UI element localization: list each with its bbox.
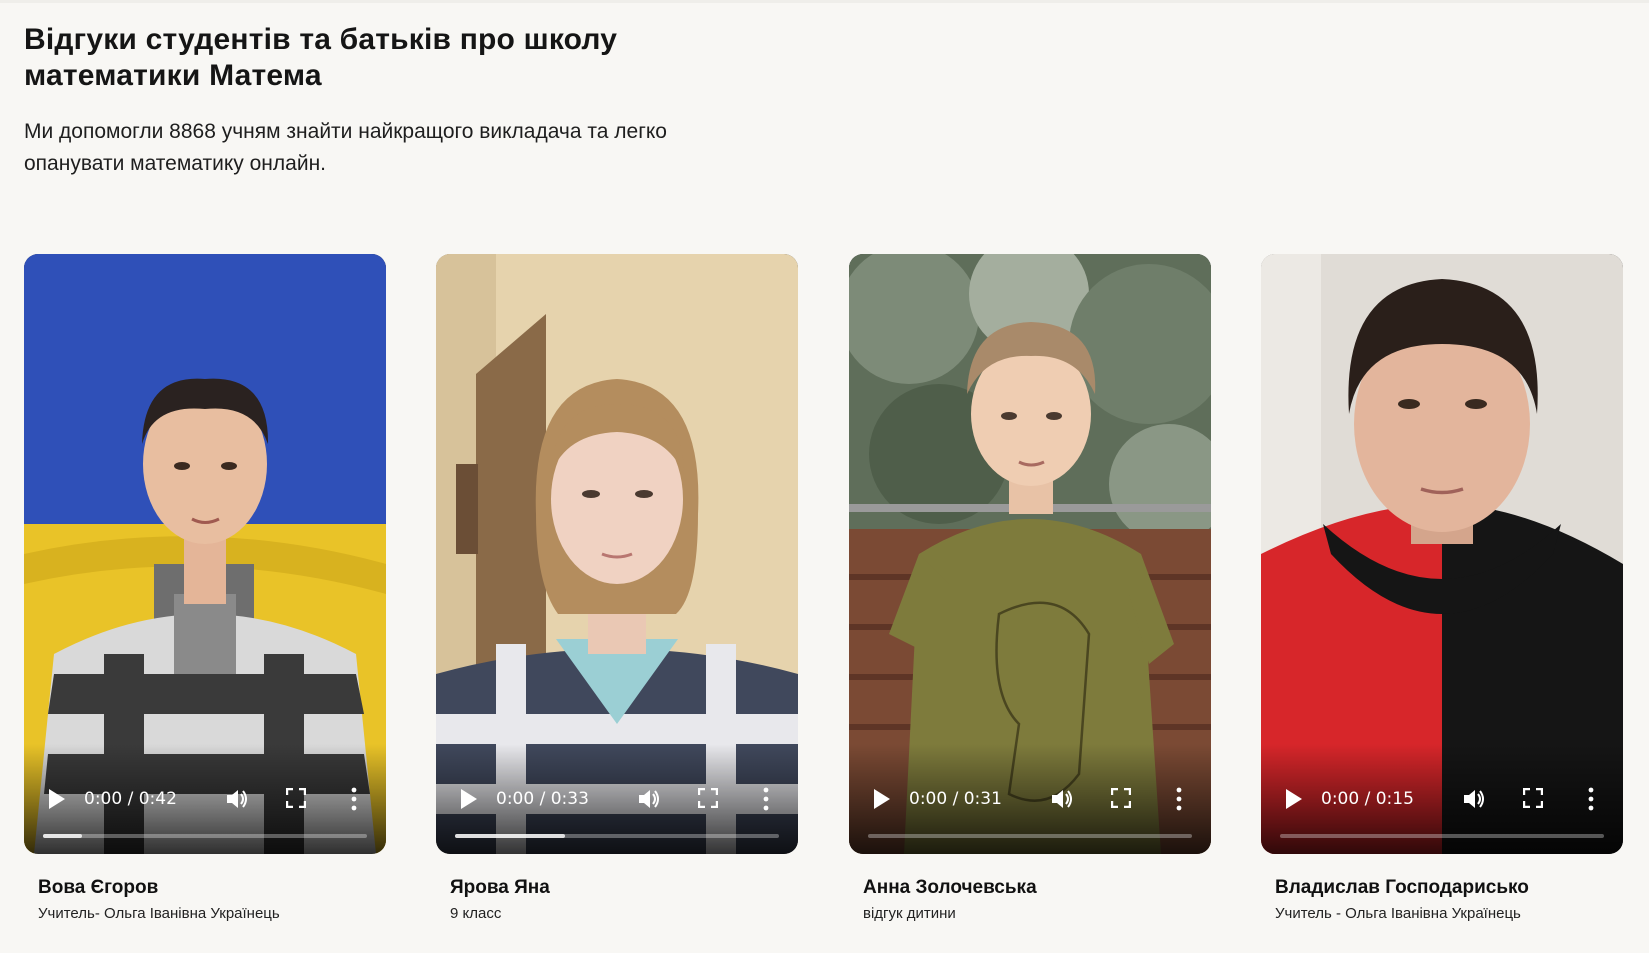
more-vertical-icon[interactable] bbox=[762, 786, 770, 812]
testimonial-name: Ярова Яна bbox=[450, 877, 550, 898]
video-progress-bar[interactable] bbox=[43, 834, 367, 838]
section-subtitle: Ми допомогли 8868 учням знайти найкращог… bbox=[24, 120, 667, 175]
video-player[interactable]: 0:00 / 0:15 bbox=[1261, 254, 1623, 854]
testimonials-list: 0:00 / 0:42 Вова Єгоров Учитель- Ольга І… bbox=[24, 254, 1624, 934]
volume-icon[interactable] bbox=[636, 786, 662, 812]
video-controls: 0:00 / 0:42 bbox=[24, 764, 386, 854]
testimonial-card: 0:00 / 0:33 Ярова Яна 9 класс bbox=[436, 254, 798, 924]
video-progress-fill bbox=[455, 834, 566, 838]
top-divider bbox=[0, 0, 1649, 3]
testimonial-card: 0:00 / 0:42 Вова Єгоров Учитель- Ольга І… bbox=[24, 254, 386, 924]
video-time: 0:00 / 0:15 bbox=[1321, 789, 1414, 809]
video-player[interactable]: 0:00 / 0:31 bbox=[849, 254, 1211, 854]
video-time: 0:00 / 0:33 bbox=[496, 789, 589, 809]
video-progress-bar[interactable] bbox=[1280, 834, 1604, 838]
play-icon[interactable] bbox=[1283, 786, 1305, 812]
fullscreen-icon[interactable] bbox=[698, 788, 718, 808]
video-controls: 0:00 / 0:31 bbox=[849, 764, 1211, 854]
testimonial-role: Учитель - Ольга Іванівна Українець bbox=[1275, 905, 1521, 922]
fullscreen-icon[interactable] bbox=[286, 788, 306, 808]
testimonial-role: Учитель- Ольга Іванівна Українець bbox=[38, 905, 280, 922]
video-progress-fill bbox=[43, 834, 82, 838]
video-progress-bar[interactable] bbox=[868, 834, 1192, 838]
section-header: Відгуки студентів та батьків про школу м… bbox=[24, 22, 764, 180]
section-title: Відгуки студентів та батьків про школу м… bbox=[24, 23, 618, 92]
volume-icon[interactable] bbox=[1049, 786, 1075, 812]
video-player[interactable]: 0:00 / 0:42 bbox=[24, 254, 386, 854]
testimonial-role: відгук дитини bbox=[863, 905, 956, 922]
testimonial-card: 0:00 / 0:15 Владислав Господарисько Учит… bbox=[1261, 254, 1623, 924]
more-vertical-icon[interactable] bbox=[1587, 786, 1595, 812]
fullscreen-icon[interactable] bbox=[1111, 788, 1131, 808]
volume-icon[interactable] bbox=[1461, 786, 1487, 812]
video-time: 0:00 / 0:31 bbox=[909, 789, 1002, 809]
volume-icon[interactable] bbox=[224, 786, 250, 812]
more-vertical-icon[interactable] bbox=[1175, 786, 1183, 812]
testimonial-card: 0:00 / 0:31 Анна Золочевська відгук дити… bbox=[849, 254, 1211, 924]
video-player[interactable]: 0:00 / 0:33 bbox=[436, 254, 798, 854]
more-vertical-icon[interactable] bbox=[350, 786, 358, 812]
play-icon[interactable] bbox=[871, 786, 893, 812]
testimonial-name: Владислав Господарисько bbox=[1275, 877, 1529, 898]
video-time: 0:00 / 0:42 bbox=[84, 789, 177, 809]
video-controls: 0:00 / 0:33 bbox=[436, 764, 798, 854]
play-icon[interactable] bbox=[46, 786, 68, 812]
testimonial-name: Вова Єгоров bbox=[38, 877, 159, 898]
fullscreen-icon[interactable] bbox=[1523, 788, 1543, 808]
testimonial-name: Анна Золочевська bbox=[863, 877, 1037, 898]
video-progress-bar[interactable] bbox=[455, 834, 779, 838]
play-icon[interactable] bbox=[458, 786, 480, 812]
video-controls: 0:00 / 0:15 bbox=[1261, 764, 1623, 854]
testimonial-role: 9 класс bbox=[450, 905, 502, 922]
